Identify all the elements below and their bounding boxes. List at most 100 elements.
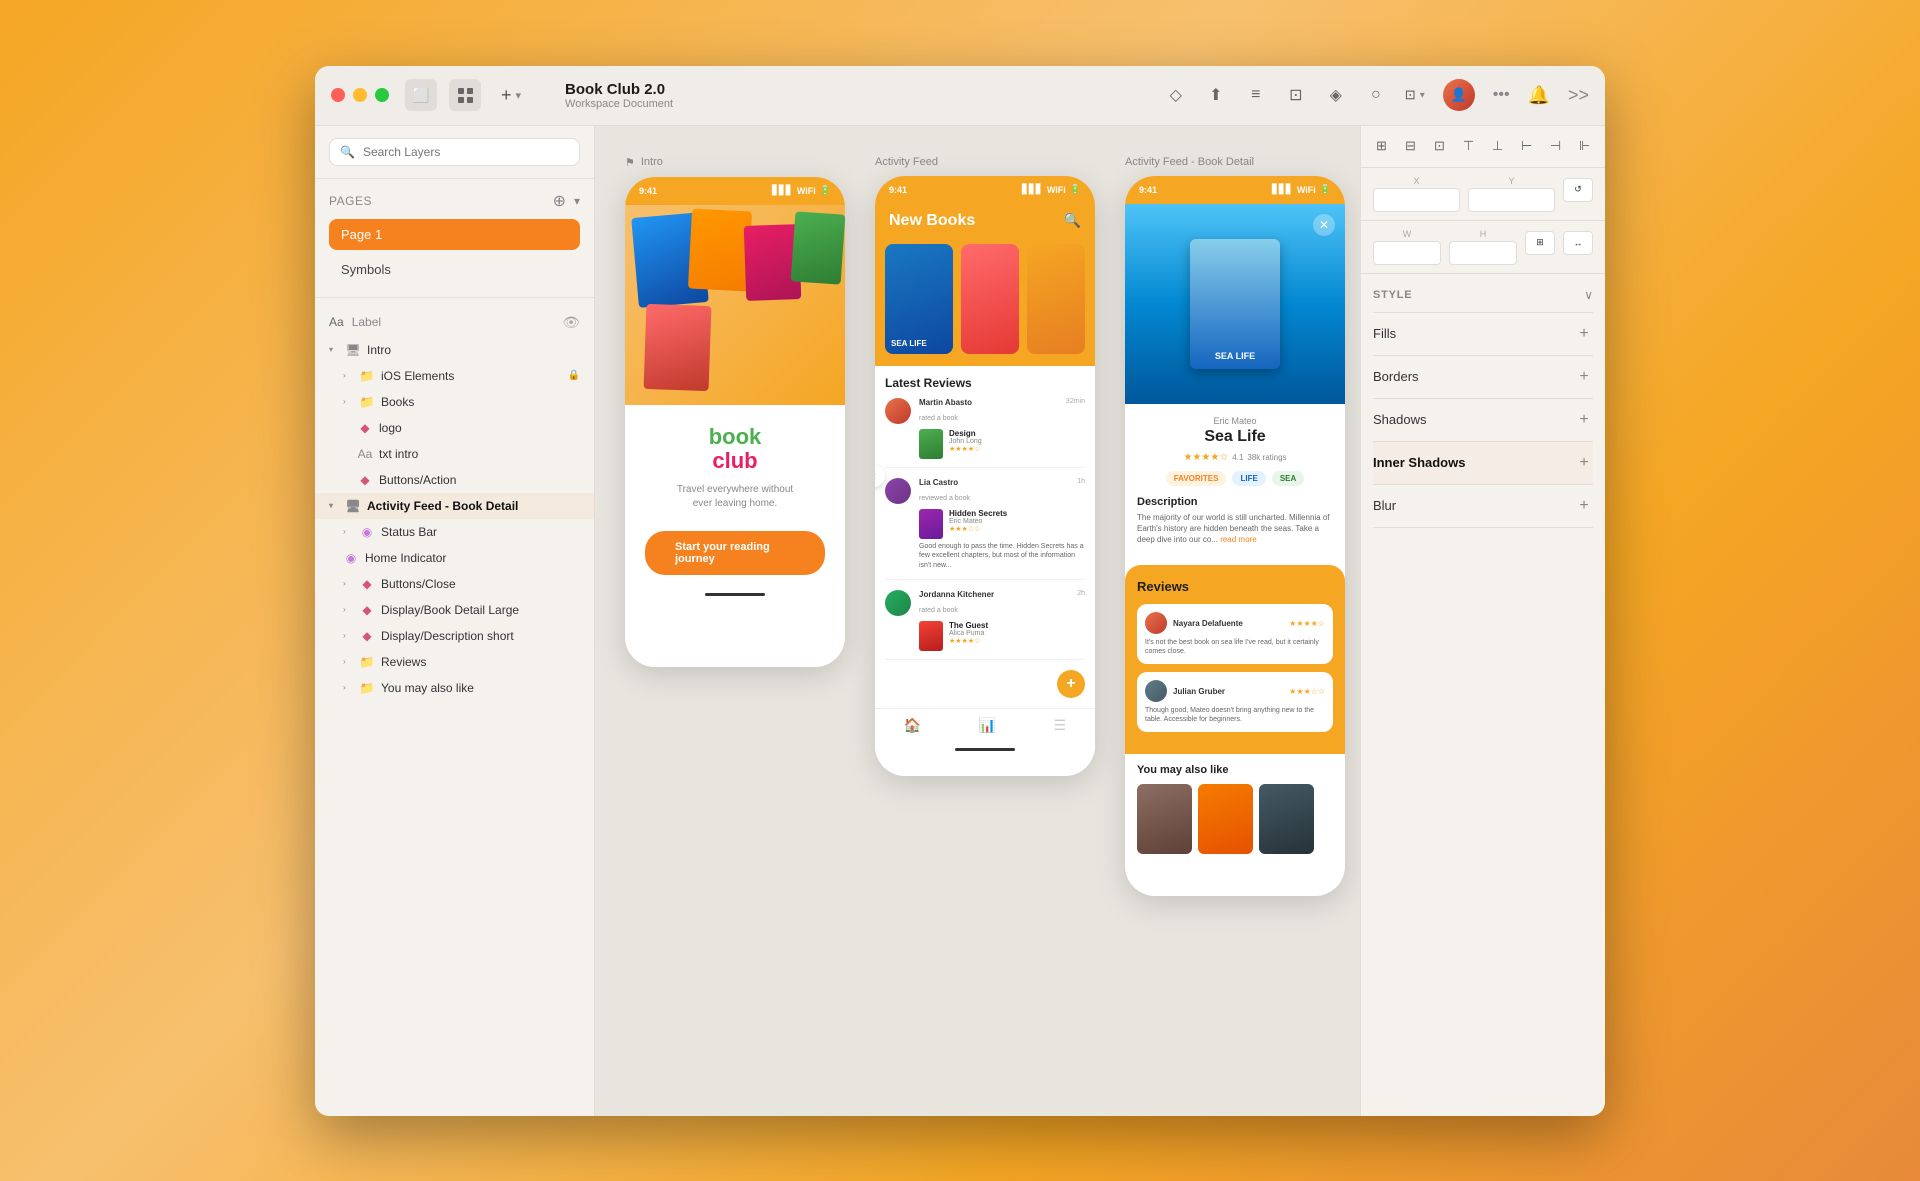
add-page-icon[interactable]: ⊕ bbox=[553, 191, 566, 211]
tag-favorites: FAVORITES bbox=[1166, 471, 1227, 486]
flip-value[interactable]: ↔ bbox=[1563, 231, 1593, 255]
tag-sea: SEA bbox=[1272, 471, 1304, 486]
layer-reviews[interactable]: › 📁 Reviews bbox=[315, 649, 594, 675]
reviews-section: Latest Reviews Martin Abasto 32min rate bbox=[875, 366, 1095, 708]
flip-v-icon[interactable]: ⊩ bbox=[1574, 133, 1595, 159]
intro-phone[interactable]: 9:41 ▋▋▋ WiFi 🔋 bbox=[625, 177, 845, 667]
review-header-3: Jordanna Kitchener 2h bbox=[919, 590, 1085, 599]
crop-tool-icon[interactable]: ⊡ bbox=[1285, 84, 1307, 106]
flip-h-icon[interactable]: ⊣ bbox=[1545, 133, 1566, 159]
layer-buttons-action[interactable]: ◆ Buttons/Action bbox=[315, 467, 594, 493]
tab-list-icon[interactable]: ☰ bbox=[1054, 717, 1067, 734]
featured-book-3[interactable] bbox=[1027, 244, 1085, 354]
inner-shadows-add-button[interactable]: + bbox=[1575, 454, 1593, 472]
x-value[interactable] bbox=[1373, 188, 1460, 212]
fullscreen-button[interactable] bbox=[375, 88, 389, 102]
y-value[interactable] bbox=[1468, 188, 1555, 212]
layer-home-indicator[interactable]: ◉ Home Indicator bbox=[315, 545, 594, 571]
close-button[interactable] bbox=[331, 88, 345, 102]
add-button[interactable]: + ▾ bbox=[501, 85, 521, 106]
frame-tool-button[interactable]: ⬜ bbox=[405, 79, 437, 111]
diamond-tool-icon[interactable]: ◇ bbox=[1165, 84, 1187, 106]
tab-home-icon[interactable]: 🏠 bbox=[904, 717, 921, 734]
rc-stars-1: ★★★★☆ bbox=[1289, 619, 1325, 628]
display-book-chevron-icon: › bbox=[343, 605, 353, 614]
align-center-v-icon[interactable]: ⊟ bbox=[1400, 133, 1421, 159]
upload-tool-icon[interactable]: ⬆ bbox=[1205, 84, 1227, 106]
toolbar-left: ⬜ bbox=[405, 79, 481, 111]
reviewer-name-2: Lia Castro bbox=[919, 478, 958, 487]
layer-display-description[interactable]: › ◆ Display/Description short bbox=[315, 623, 594, 649]
you-may-book-3[interactable] bbox=[1259, 784, 1314, 854]
detail-desc-text: The majority of our world is still uncha… bbox=[1137, 512, 1333, 546]
fills-add-button[interactable]: + bbox=[1575, 325, 1593, 343]
detail-wifi-icon: WiFi bbox=[1297, 185, 1316, 195]
page-1-item[interactable]: Page 1 bbox=[329, 219, 580, 250]
add-review-fab[interactable]: + bbox=[1057, 670, 1085, 698]
user-avatar[interactable]: 👤 bbox=[1443, 79, 1475, 111]
rotation-value[interactable]: ↺ bbox=[1563, 178, 1593, 202]
blur-add-button[interactable]: + bbox=[1575, 497, 1593, 515]
style-section: STYLE ∨ Fills + Borders + Shadows + Inne… bbox=[1361, 274, 1605, 1116]
layer-books[interactable]: › 📁 Books bbox=[315, 389, 594, 415]
resize-tool[interactable]: ⊡ ▾ bbox=[1405, 87, 1425, 103]
h-coord-field: H bbox=[1449, 229, 1517, 265]
distribute-h-icon[interactable]: ⊡ bbox=[1429, 133, 1450, 159]
w-value[interactable] bbox=[1373, 241, 1441, 265]
visibility-icon[interactable]: 👁 bbox=[562, 314, 580, 331]
layer-you-may[interactable]: › 📁 You may also like bbox=[315, 675, 594, 701]
status-bar-label: Status Bar bbox=[381, 525, 437, 539]
search-input[interactable] bbox=[363, 145, 569, 159]
app-window: ⬜ + ▾ Book Club 2.0 Workspace Document ◇… bbox=[315, 66, 1605, 1116]
you-may-book-1[interactable] bbox=[1137, 784, 1192, 854]
layer-status-bar[interactable]: › ◉ Status Bar bbox=[315, 519, 594, 545]
flip-field: ↔ bbox=[1563, 229, 1593, 265]
layer-txt-intro[interactable]: Aa txt intro bbox=[315, 441, 594, 467]
grid-tool-button[interactable] bbox=[449, 79, 481, 111]
expand-icon[interactable]: >> bbox=[1568, 85, 1589, 106]
layer-group-intro[interactable]: ▾ 🖥 Intro bbox=[315, 337, 594, 363]
layer-buttons-close[interactable]: › ◆ Buttons/Close bbox=[315, 571, 594, 597]
traffic-lights bbox=[331, 88, 389, 102]
grid-tool-icon[interactable]: ≡ bbox=[1245, 84, 1267, 106]
more-icon[interactable]: ••• bbox=[1493, 86, 1510, 104]
featured-book-1[interactable]: SEA LIFE bbox=[885, 244, 953, 354]
rc-stars-2: ★★★☆☆ bbox=[1289, 687, 1325, 696]
read-more-link[interactable]: read more bbox=[1220, 535, 1256, 544]
featured-book-2[interactable] bbox=[961, 244, 1019, 354]
constraint-value[interactable]: ⊞ bbox=[1525, 231, 1555, 255]
align-center-h-icon[interactable]: ⊥ bbox=[1487, 133, 1508, 159]
pages-chevron-icon[interactable]: ▾ bbox=[574, 194, 580, 208]
shadows-add-button[interactable]: + bbox=[1575, 411, 1593, 429]
tab-chart-icon[interactable]: 📊 bbox=[979, 717, 996, 734]
review-book-thumb-3 bbox=[919, 621, 943, 651]
borders-add-button[interactable]: + bbox=[1575, 368, 1593, 386]
battery-icon: 🔋 bbox=[820, 185, 831, 196]
detail-phone[interactable]: 9:41 ▋▋▋ WiFi 🔋 SEA LIFE ✕ bbox=[1125, 176, 1345, 896]
mask-tool-icon[interactable]: ○ bbox=[1365, 84, 1387, 106]
symbols-item[interactable]: Symbols bbox=[329, 254, 580, 285]
display-book-label: Display/Book Detail Large bbox=[381, 603, 519, 617]
layer-logo[interactable]: ◆ logo bbox=[315, 415, 594, 441]
start-journey-button[interactable]: Start your reading journey bbox=[645, 531, 825, 575]
activity-search-icon[interactable]: 🔍 bbox=[1064, 212, 1081, 229]
x-label: X bbox=[1373, 176, 1460, 186]
align-top-icon[interactable]: ⊤ bbox=[1458, 133, 1479, 159]
layer-group-book-detail[interactable]: ▾ 🖥 Activity Feed - Book Detail bbox=[315, 493, 594, 519]
component-tool-icon[interactable]: ◈ bbox=[1325, 84, 1347, 106]
style-chevron-icon[interactable]: ∨ bbox=[1584, 288, 1593, 302]
activity-phone[interactable]: ‹ 9:41 ▋▋▋ WiFi 🔋 New Books 🔍 bbox=[875, 176, 1095, 776]
bell-icon[interactable]: 🔔 bbox=[1528, 85, 1550, 106]
review-stars-3: ★★★★☆ bbox=[949, 637, 1085, 645]
minimize-button[interactable] bbox=[353, 88, 367, 102]
layer-display-book-detail[interactable]: › ◆ Display/Book Detail Large bbox=[315, 597, 594, 623]
align-bottom-icon[interactable]: ⊢ bbox=[1516, 133, 1537, 159]
buttons-diamond-icon: ◆ bbox=[357, 472, 373, 488]
align-left-icon[interactable]: ⊞ bbox=[1371, 133, 1392, 159]
detail-status-bar: 9:41 ▋▋▋ WiFi 🔋 bbox=[1125, 176, 1345, 204]
layer-ios-elements[interactable]: › 📁 iOS Elements 🔒 bbox=[315, 363, 594, 389]
you-may-book-2[interactable] bbox=[1198, 784, 1253, 854]
detail-close-button[interactable]: ✕ bbox=[1313, 214, 1335, 236]
intro-tagline: Travel everywhere without ever leaving h… bbox=[677, 483, 793, 511]
h-value[interactable] bbox=[1449, 241, 1517, 265]
